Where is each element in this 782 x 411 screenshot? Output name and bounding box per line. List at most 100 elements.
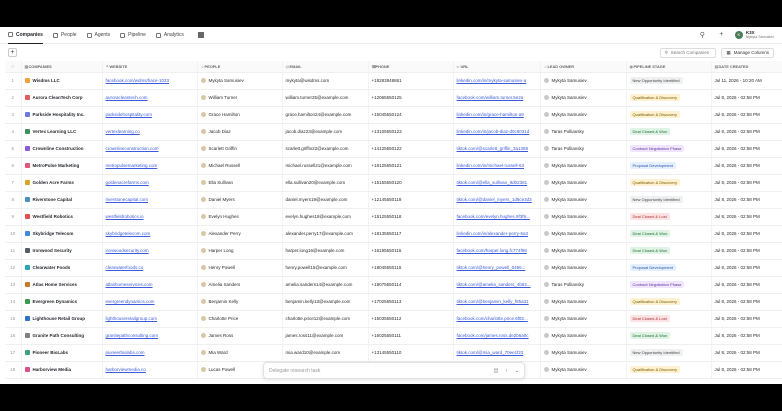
website-cell[interactable]: westfieldrobotics.io (102, 208, 198, 226)
lead-owner-cell[interactable]: Taras Polliansky (540, 123, 627, 141)
attach-icon[interactable]: ◫ (494, 368, 499, 374)
pipeline-stage-cell[interactable]: Deal Closed & Lost (626, 310, 712, 328)
company-cell[interactable]: Pioneer BioLabs (21, 344, 103, 362)
website-cell[interactable]: granitepathconsulting.com (102, 327, 198, 345)
lead-owner-cell[interactable]: Mykyta Samusiev (540, 242, 627, 260)
url-cell[interactable]: facebook.com/william.turner.5e2a (453, 89, 541, 107)
person-cell[interactable]: Jacob Diaz (197, 123, 283, 141)
url-cell[interactable]: linkedin.com/in/michael-russell-63 (453, 157, 541, 175)
phone-cell[interactable]: +18045550115 (368, 259, 454, 277)
lead-owner-cell[interactable]: Mykyta Samusiev (540, 174, 627, 192)
person-cell[interactable]: Charlotte Price (197, 310, 283, 328)
profile-link[interactable]: tiktok.com/@scarlett_griffin_3a1389 (457, 146, 529, 151)
tab-pipeline[interactable]: Pipeline (120, 27, 146, 44)
lead-owner-cell[interactable]: Mykyta Samusiev (540, 361, 627, 379)
person-cell[interactable]: Ella Sullivan (197, 174, 283, 192)
email-cell[interactable]: harper.long16@example.com (282, 242, 369, 260)
lead-owner-cell[interactable]: Mykyta Samusiev (540, 106, 627, 124)
table-row[interactable]: 9 Westfield Robotics westfieldrobotics.io E… (5, 208, 782, 226)
column-header[interactable]: ⚬WEBSITE (102, 61, 198, 73)
email-cell[interactable]: james.ross11@example.com (282, 327, 369, 345)
pipeline-stage-cell[interactable]: Qualification & Discovery (626, 174, 712, 192)
profile-link[interactable]: tiktok.com/@daniel_myers_1d8ce3d3 (457, 197, 532, 202)
website-cell[interactable]: goldenacrefarms.com (102, 174, 198, 192)
profile-link[interactable]: tiktok.com/@benjamin_kelly_f85a31 (457, 299, 529, 304)
profile-link[interactable]: linkedin.com/in/mykyta-samusiev-a (457, 78, 527, 83)
person-cell[interactable]: Michael Russell (197, 157, 283, 175)
website-link[interactable]: evergreendynamics.com (106, 299, 155, 304)
pipeline-stage-cell[interactable]: New Opportunity Identified (626, 72, 712, 90)
column-header[interactable]: ▦COMPANIES (21, 61, 103, 73)
send-icon[interactable]: ↑ (505, 368, 508, 374)
email-cell[interactable]: jacob.diaz23@example.com (282, 123, 369, 141)
email-cell[interactable]: mykyta@wisdms.com (282, 72, 369, 90)
table-row[interactable]: 17 Pioneer BioLabs pioneerbiolabs.com Mia W… (5, 344, 782, 362)
lead-owner-cell[interactable]: Mykyta Samusiev (540, 344, 627, 362)
website-cell[interactable]: ironwoodsecurity.com (102, 242, 198, 260)
pipeline-stage-cell[interactable]: Qualification & Discovery (626, 89, 712, 107)
table-row[interactable]: 1 Wisdms LLC facebook.com/wdms/hace-1023 My… (5, 72, 782, 90)
person-cell[interactable]: Harper Long (197, 242, 283, 260)
lead-owner-cell[interactable]: Mykyta Samusiev (540, 89, 627, 107)
pipeline-stage-cell[interactable]: Contract Negotiation Phase (626, 276, 712, 294)
lead-owner-cell[interactable]: Mykyta Samusiev (540, 293, 627, 311)
pipeline-stage-cell[interactable]: Deal Closed & Won (626, 327, 712, 345)
phone-cell[interactable]: +16025550111 (368, 327, 454, 345)
search-companies-input[interactable]: ⚲ Search Companies (660, 47, 717, 58)
pipeline-stage-cell[interactable]: Qualification & Discovery (626, 361, 712, 379)
url-cell[interactable]: tiktok.com/@ella_sullivan_9d02381 (453, 174, 541, 192)
company-cell[interactable]: Golden Acre Farms (21, 174, 103, 192)
table-row[interactable]: 16 Granite Path Consulting granitepathcons… (5, 327, 782, 345)
website-link[interactable]: lighthouseretailgroup.com (106, 316, 158, 321)
url-cell[interactable]: tiktok.com/@mia_ward_70ee1f23 (453, 344, 541, 362)
table-row[interactable]: 15 Lighthouse Retail Group lighthouseretai… (5, 310, 782, 328)
url-cell[interactable]: facebook.com/harper.long.fc774f98 (453, 242, 541, 260)
company-cell[interactable]: Granite Path Consulting (21, 327, 103, 345)
person-cell[interactable]: Evelyn Hughes (197, 208, 283, 226)
phone-cell[interactable]: +19075550114 (368, 276, 454, 294)
pipeline-stage-cell[interactable]: Proposal Development (626, 259, 712, 277)
person-cell[interactable]: William Turner (197, 89, 283, 107)
profile-link[interactable]: facebook.com/harper.long.fc774f98 (457, 248, 527, 253)
chevron-down-icon[interactable]: ⌄ (515, 368, 519, 374)
website-cell[interactable]: parksidehospitality.com (102, 106, 198, 124)
profile-link[interactable]: tiktok.com/@ella_sullivan_9d02381 (457, 180, 528, 185)
pipeline-stage-cell[interactable]: Qualification & Discovery (626, 106, 712, 124)
lead-owner-cell[interactable]: Taras Polliansky (540, 140, 627, 158)
website-link[interactable]: granitepathconsulting.com (106, 333, 159, 338)
table-row[interactable]: 13 Atlas Home Services atlashomeservices.c… (5, 276, 782, 294)
url-cell[interactable]: facebook.com/charlotte.price.6f82... (453, 310, 541, 328)
pipeline-stage-cell[interactable]: New Opportunity Identified (626, 191, 712, 209)
phone-cell[interactable]: +12145550119 (368, 191, 454, 209)
person-cell[interactable]: Daniel Myers (197, 191, 283, 209)
company-cell[interactable]: Wisdms LLC (21, 72, 103, 90)
company-cell[interactable]: Ironwood Security (21, 242, 103, 260)
email-cell[interactable]: amelia.sanders14@example.com (282, 276, 369, 294)
company-cell[interactable]: MetroPulse Marketing (21, 157, 103, 175)
table-row[interactable]: 12 Clearwater Foods clearwaterfoods.co Henr… (5, 259, 782, 277)
website-link[interactable]: vertexlearning.co (106, 129, 140, 134)
person-cell[interactable]: Alexander Perry (197, 225, 283, 243)
url-cell[interactable]: linkedin.com/in/grace-hamilton-a9 (453, 106, 541, 124)
website-link[interactable]: auroracleantech.com (106, 95, 148, 100)
url-cell[interactable]: facebook.com/evelyn.hughes.9f3f9... (453, 208, 541, 226)
website-link[interactable]: westfieldrobotics.io (106, 214, 144, 219)
pipeline-stage-cell[interactable]: Deal Closed & Won (626, 123, 712, 141)
phone-cell[interactable]: +15125550118 (368, 208, 454, 226)
profile-link[interactable]: linkedin.com/in/jacob-diaz-d0c6031d (457, 129, 530, 134)
search-icon[interactable]: ⚲ (697, 29, 708, 40)
lead-owner-cell[interactable]: Taras Polliansky (540, 276, 627, 294)
company-cell[interactable]: Parkside Hospitality Inc. (21, 106, 103, 124)
person-cell[interactable]: Benjamin Kelly (197, 293, 283, 311)
company-cell[interactable]: Aurora CleanTech Corp (21, 89, 103, 107)
website-link[interactable]: skybridgetelecom.com (106, 231, 151, 236)
phone-cell[interactable]: +12065550125 (368, 89, 454, 107)
company-cell[interactable]: Lighthouse Retail Group (21, 310, 103, 328)
company-cell[interactable]: Harborview Media (21, 361, 103, 379)
column-header[interactable]: ◉PIPELINE STAGE (626, 61, 712, 73)
company-cell[interactable]: Evergreen Dynamics (21, 293, 103, 311)
table-row[interactable]: 5 Crownline Construction crownlineconstruc… (5, 140, 782, 158)
url-cell[interactable]: tiktok.com/@daniel_myers_1d8ce3d3 (453, 191, 541, 209)
tab-agents[interactable]: Agents (86, 27, 110, 44)
website-link[interactable]: pioneerbiolabs.com (106, 350, 145, 355)
